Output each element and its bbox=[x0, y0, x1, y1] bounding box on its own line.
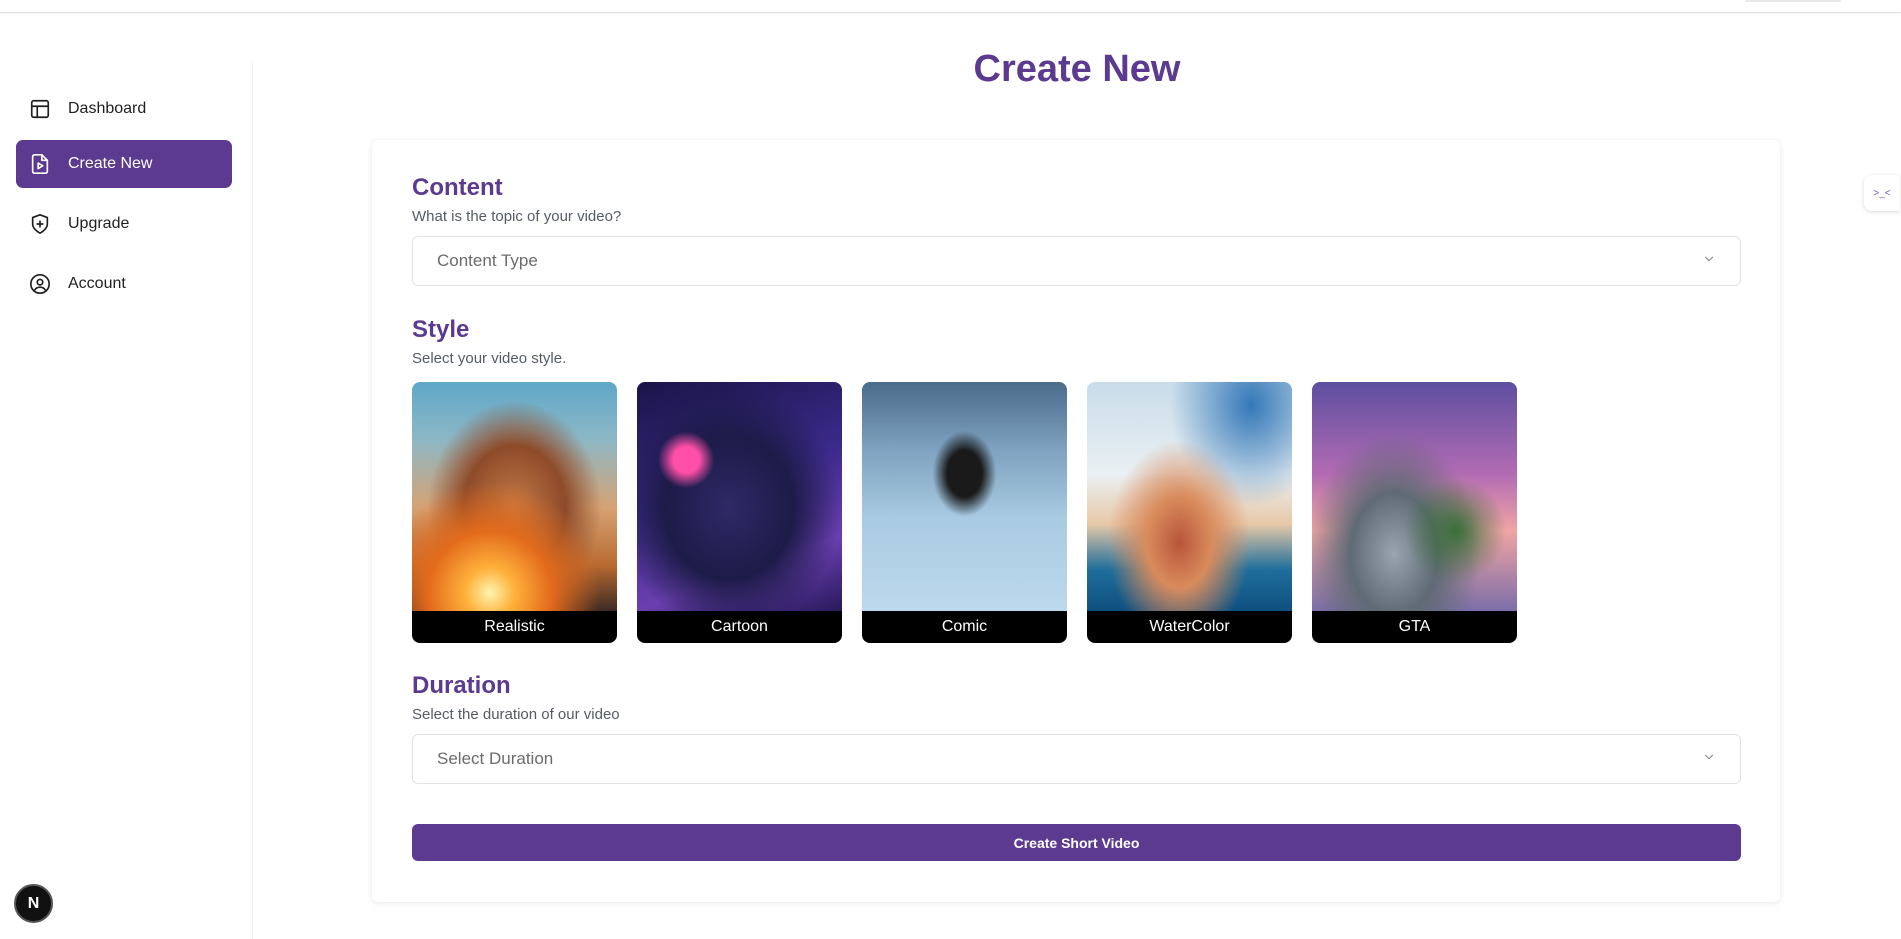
style-option-cartoon[interactable]: Cartoon bbox=[637, 382, 842, 643]
sidebar-item-label: Create New bbox=[68, 155, 153, 172]
content-section-title: Content bbox=[412, 174, 503, 201]
sidebar-item-create-new[interactable]: Create New bbox=[16, 140, 232, 188]
content-type-placeholder: Content Type bbox=[437, 251, 538, 270]
style-option-comic[interactable]: Comic bbox=[862, 382, 1067, 643]
style-option-label: Realistic bbox=[412, 611, 617, 643]
sidebar-item-label: Dashboard bbox=[68, 100, 147, 117]
style-option-realistic[interactable]: Realistic bbox=[412, 382, 617, 643]
top-bar-handle bbox=[1745, 0, 1841, 2]
sidebar: Dashboard Create New Upgrade Account bbox=[0, 63, 253, 939]
user-circle-icon bbox=[28, 272, 52, 296]
duration-select[interactable]: Select Duration bbox=[412, 734, 1741, 784]
duration-placeholder: Select Duration bbox=[437, 749, 554, 768]
page-title: Create New bbox=[973, 48, 1181, 90]
style-section-description: Select your video style. bbox=[412, 350, 567, 367]
create-form-card: Content What is the topic of your video?… bbox=[372, 140, 1780, 902]
style-section-title: Style bbox=[412, 316, 470, 343]
style-option-watercolor[interactable]: WaterColor bbox=[1087, 382, 1292, 643]
create-short-video-button[interactable]: Create Short Video bbox=[412, 824, 1741, 861]
assistant-widget-button[interactable]: >_< bbox=[1864, 175, 1900, 211]
realistic-style-image bbox=[412, 382, 617, 611]
top-bar bbox=[0, 0, 1901, 13]
cartoon-style-image bbox=[637, 382, 842, 611]
sidebar-item-label: Account bbox=[68, 275, 126, 292]
sidebar-item-account[interactable]: Account bbox=[16, 260, 232, 308]
style-option-label: GTA bbox=[1312, 611, 1517, 643]
duration-section-description: Select the duration of our video bbox=[412, 706, 620, 723]
content-section-description: What is the topic of your video? bbox=[412, 208, 622, 225]
watercolor-style-image bbox=[1087, 382, 1292, 611]
style-option-label: WaterColor bbox=[1087, 611, 1292, 643]
chevron-down-icon bbox=[1702, 251, 1716, 271]
chevron-down-icon bbox=[1702, 749, 1716, 769]
style-option-gta[interactable]: GTA bbox=[1312, 382, 1517, 643]
style-option-label: Cartoon bbox=[637, 611, 842, 643]
file-video-icon bbox=[28, 152, 52, 176]
next-dev-badge[interactable]: N bbox=[14, 884, 53, 923]
content-type-select[interactable]: Content Type bbox=[412, 236, 1741, 286]
sidebar-item-upgrade[interactable]: Upgrade bbox=[16, 200, 232, 248]
sidebar-item-dashboard[interactable]: Dashboard bbox=[16, 85, 232, 133]
comic-style-image bbox=[862, 382, 1067, 611]
style-option-label: Comic bbox=[862, 611, 1067, 643]
shield-plus-icon bbox=[28, 212, 52, 236]
style-options: Realistic Cartoon Comic WaterColor GTA bbox=[412, 382, 1517, 643]
layout-dashboard-icon bbox=[28, 97, 52, 121]
gta-style-image bbox=[1312, 382, 1517, 611]
sidebar-item-label: Upgrade bbox=[68, 215, 130, 232]
duration-section-title: Duration bbox=[412, 672, 511, 699]
